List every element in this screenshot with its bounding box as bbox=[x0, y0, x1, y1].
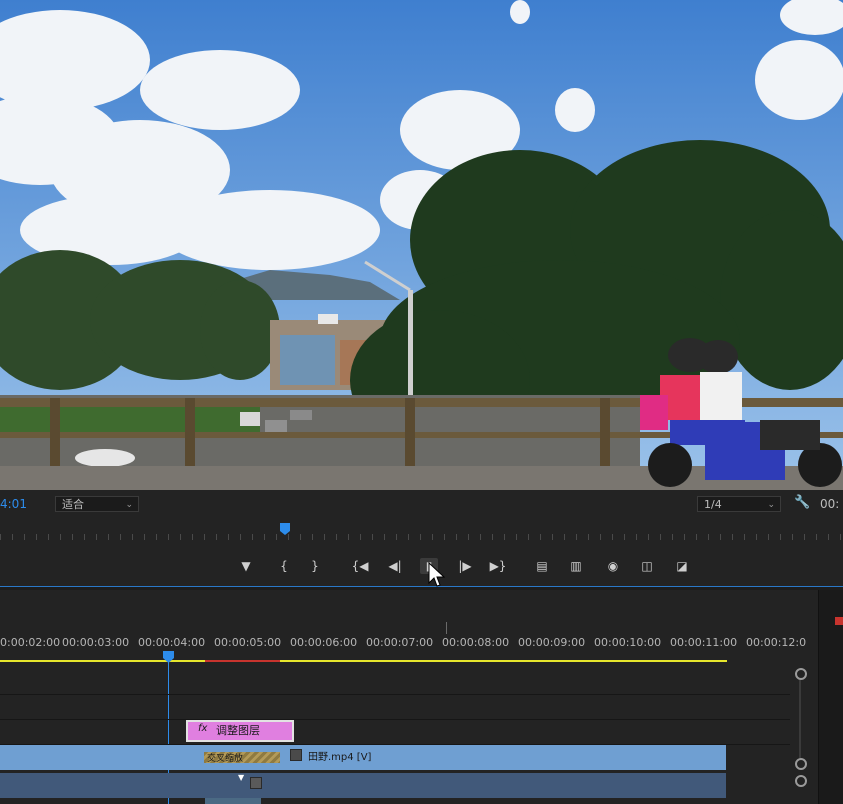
chevron-down-icon: ⌄ bbox=[125, 500, 133, 510]
mouse-cursor-icon bbox=[428, 562, 446, 587]
ruler-label: 00:00:10:00 bbox=[594, 636, 662, 649]
program-monitor-scrubber[interactable] bbox=[0, 520, 843, 548]
ruler-label: 00:00:07:00 bbox=[366, 636, 434, 649]
go-to-in-icon[interactable]: {◀ bbox=[351, 558, 369, 574]
ruler-label: 00:00:09:00 bbox=[518, 636, 586, 649]
ruler-label: 0:00:02:00 bbox=[0, 636, 61, 649]
program-monitor-controls: 4:01 适合 ⌄ 1/4 ⌄ 🔧 00: bbox=[0, 490, 843, 520]
video-clip-label: 田野.mp4 [V] bbox=[308, 752, 372, 763]
overwrite-icon[interactable]: ◪ bbox=[673, 558, 691, 574]
ruler-label: 00:00:05:00 bbox=[214, 636, 282, 649]
render-status-bar bbox=[205, 660, 280, 662]
scroll-handle-top[interactable] bbox=[795, 668, 807, 680]
fit-dropdown-label: 适合 bbox=[62, 498, 84, 511]
lower-clip[interactable] bbox=[205, 798, 261, 804]
playhead-timecode[interactable]: 4:01 bbox=[0, 497, 27, 511]
scroll-handle-2[interactable] bbox=[795, 775, 807, 787]
ruler-label: 00:00:04:00 bbox=[138, 636, 206, 649]
fx-badge-icon bbox=[250, 777, 262, 789]
track-zoom-scrollbar[interactable] bbox=[792, 665, 808, 804]
transport-controls: ▼ { } {◀ ◀| ▮ |▶ ▶} ▤ ▥ ◉ ◫ ◪ bbox=[0, 548, 843, 587]
adjustment-layer-label: 调整图层 bbox=[216, 724, 260, 737]
step-back-icon[interactable]: ◀| bbox=[386, 558, 404, 574]
go-to-out-icon[interactable]: ▶} bbox=[489, 558, 507, 574]
adjustment-layer-clip[interactable]: fx 调整图层 bbox=[186, 720, 294, 742]
mark-out-icon[interactable]: } bbox=[306, 558, 324, 574]
video-clip[interactable]: 田野.mp4 [V] 交叉缩放 bbox=[0, 745, 726, 770]
track-divider bbox=[0, 719, 790, 720]
wrench-icon[interactable]: 🔧 bbox=[794, 495, 810, 510]
chevron-down-icon: ⌄ bbox=[767, 500, 775, 510]
scroll-track bbox=[799, 680, 801, 758]
insert-icon[interactable]: ◫ bbox=[638, 558, 656, 574]
ruler-label: 00:00:03:00 bbox=[62, 636, 130, 649]
resolution-label: 1/4 bbox=[704, 498, 722, 511]
meter-clip-indicator bbox=[835, 617, 843, 625]
scroll-handle-bottom[interactable] bbox=[795, 758, 807, 770]
camera-icon[interactable]: ◉ bbox=[604, 558, 622, 574]
fx-badge-icon: fx bbox=[198, 723, 208, 734]
adjustment-layer-body: fx 调整图层 bbox=[188, 722, 292, 740]
audio-meter-panel bbox=[818, 590, 843, 804]
ruler-label: 00:00:08:00 bbox=[442, 636, 510, 649]
fx-badge-icon bbox=[290, 749, 302, 761]
program-monitor-video bbox=[0, 0, 843, 490]
track-divider bbox=[0, 694, 790, 695]
lift-icon[interactable]: ▤ bbox=[533, 558, 551, 574]
add-marker-icon[interactable]: ▼ bbox=[237, 558, 255, 574]
ruler-tick bbox=[446, 622, 447, 634]
fit-dropdown[interactable]: 适合 ⌄ bbox=[55, 496, 139, 512]
timeline-ruler[interactable]: 0:00:02:00 00:00:03:00 00:00:04:00 00:00… bbox=[0, 596, 806, 662]
transition-clip[interactable]: 交叉缩放 bbox=[204, 752, 280, 764]
mark-in-icon[interactable]: { bbox=[275, 558, 293, 574]
ruler-label: 00:00:12:0 bbox=[746, 636, 807, 649]
duration-timecode: 00: bbox=[820, 497, 840, 511]
ruler-label: 00:00:06:00 bbox=[290, 636, 358, 649]
transition-label: 交叉缩放 bbox=[207, 754, 244, 764]
transition-marker-icon: ▼ bbox=[238, 773, 245, 782]
extract-icon[interactable]: ▥ bbox=[567, 558, 585, 574]
playhead-marker-icon[interactable] bbox=[279, 522, 291, 536]
scrubber-ticks bbox=[0, 534, 843, 540]
step-forward-icon[interactable]: |▶ bbox=[456, 558, 474, 574]
audio-clip[interactable]: ▼ bbox=[0, 773, 726, 798]
work-area-bar[interactable] bbox=[0, 660, 727, 662]
ruler-label: 00:00:11:00 bbox=[670, 636, 738, 649]
video-frame-image bbox=[0, 0, 843, 490]
playback-resolution-dropdown[interactable]: 1/4 ⌄ bbox=[697, 496, 781, 512]
